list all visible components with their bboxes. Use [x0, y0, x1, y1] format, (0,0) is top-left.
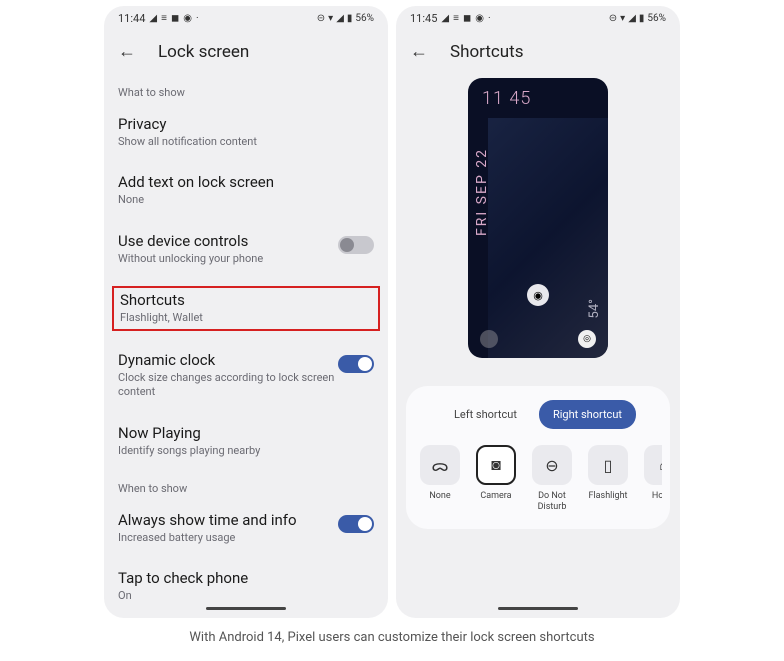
home-icon: ⌂	[644, 445, 662, 485]
gesture-bar[interactable]	[498, 607, 578, 610]
privacy-title: Privacy	[118, 115, 374, 133]
battery-icon: ▮	[639, 13, 645, 24]
send-icon: ◢	[441, 13, 449, 24]
status-time: 11:44	[118, 12, 145, 25]
shortcuts-highlight: Shortcuts Flashlight, Wallet	[112, 286, 380, 331]
dnd-icon: ⊖	[532, 445, 572, 485]
lock-screen-preview: 11 45 FRI SEP 22 54° ◉ ◎	[468, 78, 608, 358]
tab-right-shortcut[interactable]: Right shortcut	[539, 400, 636, 429]
setting-always-show[interactable]: Always show time and info Increased batt…	[118, 511, 374, 545]
privacy-sub: Show all notification content	[118, 135, 374, 149]
preview-clock: 11 45	[482, 88, 531, 109]
preview-right-shortcut: ◎	[578, 330, 596, 348]
preview-temperature: 54°	[587, 299, 602, 318]
nowplaying-sub: Identify songs playing nearby	[118, 444, 374, 458]
settings-list[interactable]: What to show Privacy Show all notificati…	[104, 86, 388, 604]
app-bar: ← Lock screen	[104, 29, 388, 76]
alwaysshow-title: Always show time and info	[118, 511, 338, 529]
send-icon: ◢	[149, 13, 157, 24]
battery-pct: 56%	[355, 13, 374, 24]
gesture-bar[interactable]	[206, 607, 286, 610]
none-icon: ᯅ	[420, 445, 460, 485]
device-controls-toggle[interactable]	[338, 236, 374, 254]
shortcut-home[interactable]: ⌂ Home	[640, 445, 662, 513]
setting-dynamic-clock[interactable]: Dynamic clock Clock size changes accordi…	[118, 351, 374, 400]
shortcuts-sub: Flashlight, Wallet	[120, 311, 372, 325]
tab-left-shortcut[interactable]: Left shortcut	[440, 400, 531, 429]
setting-now-playing[interactable]: Now Playing Identify songs playing nearb…	[118, 424, 374, 458]
status-bar: 11:44 ◢ ≡ ◼ ◉ · ⊝ ▾ ◢ ▮ 56%	[104, 6, 388, 29]
addtext-title: Add text on lock screen	[118, 173, 374, 191]
nowplaying-title: Now Playing	[118, 424, 374, 442]
alwaysshow-sub: Increased battery usage	[118, 531, 338, 545]
signal-icon: ◢	[628, 13, 636, 24]
alarm-icon: ⊝	[609, 13, 617, 24]
section-what-to-show: What to show	[118, 86, 374, 99]
dynclock-title: Dynamic clock	[118, 351, 338, 369]
back-icon[interactable]: ←	[410, 41, 428, 62]
square-icon: ◼	[463, 13, 471, 24]
setting-device-controls[interactable]: Use device controls Without unlocking yo…	[118, 232, 374, 266]
devcontrols-title: Use device controls	[118, 232, 338, 250]
setting-privacy[interactable]: Privacy Show all notification content	[118, 115, 374, 149]
status-bar: 11:45 ◢ ≡ ◼ ◉ · ⊝ ▾ ◢ ▮ 56%	[396, 6, 680, 29]
preview-date: FRI SEP 22	[474, 148, 490, 236]
battery-icon: ▮	[347, 13, 353, 24]
always-show-toggle[interactable]	[338, 515, 374, 533]
wifi-icon: ▾	[328, 13, 333, 24]
shortcut-dnd[interactable]: ⊖ Do Not Disturb	[528, 445, 576, 513]
dot-icon: ·	[196, 13, 199, 24]
shortcut-camera[interactable]: ◙ Camera	[472, 445, 520, 513]
setting-shortcuts[interactable]: Shortcuts Flashlight, Wallet	[120, 291, 372, 325]
left-phone: 11:44 ◢ ≡ ◼ ◉ · ⊝ ▾ ◢ ▮ 56% ← Lock scree…	[104, 6, 388, 618]
square-icon: ◼	[171, 13, 179, 24]
menu-icon: ≡	[161, 13, 167, 24]
page-title: Shortcuts	[450, 42, 524, 62]
shortcut-tabs: Left shortcut Right shortcut	[414, 400, 662, 429]
dynclock-sub: Clock size changes according to lock scr…	[118, 371, 338, 400]
signal-icon: ◢	[336, 13, 344, 24]
page-title: Lock screen	[158, 42, 249, 62]
circle-icon: ◉	[475, 13, 484, 24]
tapcheck-sub: On	[118, 589, 374, 603]
image-caption: With Android 14, Pixel users can customi…	[0, 618, 784, 645]
preview-left-shortcut	[480, 330, 498, 348]
back-icon[interactable]: ←	[118, 41, 136, 62]
status-time: 11:45	[410, 12, 437, 25]
section-when-to-show: When to show	[118, 482, 374, 495]
shortcut-options[interactable]: ᯅ None ◙ Camera ⊖ Do Not Disturb ▯ Flash…	[414, 445, 662, 513]
circle-icon: ◉	[183, 13, 192, 24]
alarm-icon: ⊝	[317, 13, 325, 24]
dot-icon: ·	[488, 13, 491, 24]
wifi-icon: ▾	[620, 13, 625, 24]
shortcut-picker-card: Left shortcut Right shortcut ᯅ None ◙ Ca…	[406, 386, 670, 529]
right-phone: 11:45 ◢ ≡ ◼ ◉ · ⊝ ▾ ◢ ▮ 56% ← Shortcuts …	[396, 6, 680, 618]
camera-icon: ◙	[476, 445, 516, 485]
app-bar: ← Shortcuts	[396, 29, 680, 76]
wallpaper-image	[488, 118, 608, 358]
setting-tap-check[interactable]: Tap to check phone On	[118, 569, 374, 603]
shortcuts-title: Shortcuts	[120, 291, 372, 309]
addtext-sub: None	[118, 193, 374, 207]
battery-pct: 56%	[647, 13, 666, 24]
fingerprint-icon: ◉	[527, 284, 549, 306]
tapcheck-title: Tap to check phone	[118, 569, 374, 587]
setting-add-text[interactable]: Add text on lock screen None	[118, 173, 374, 207]
dynamic-clock-toggle[interactable]	[338, 355, 374, 373]
shortcut-none[interactable]: ᯅ None	[416, 445, 464, 513]
devcontrols-sub: Without unlocking your phone	[118, 252, 338, 266]
menu-icon: ≡	[453, 13, 459, 24]
shortcut-flashlight[interactable]: ▯ Flashlight	[584, 445, 632, 513]
flashlight-icon: ▯	[588, 445, 628, 485]
